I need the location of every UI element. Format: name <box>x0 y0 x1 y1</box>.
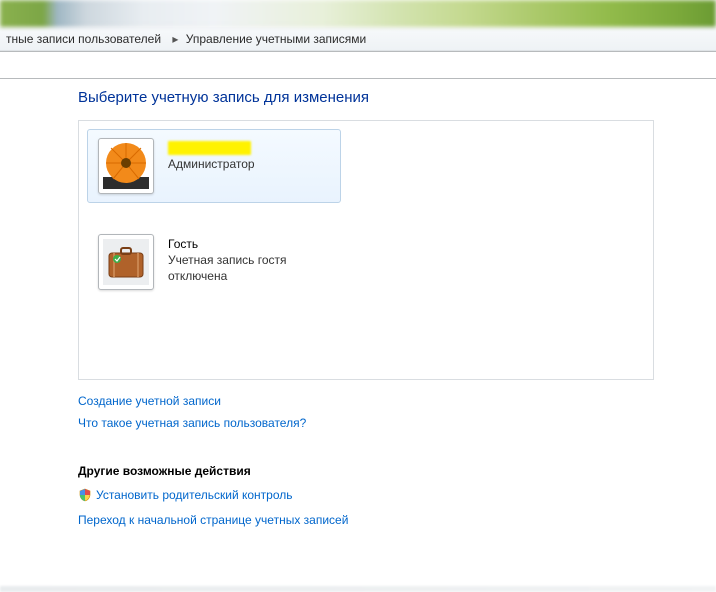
account-tile-admin[interactable]: Виктор Администратор <box>87 129 341 203</box>
avatar <box>98 234 154 290</box>
account-role-admin: Администратор <box>168 157 255 171</box>
breadcrumb-segment-users[interactable]: тные записи пользователей <box>4 27 167 51</box>
other-actions-title: Другие возможные действия <box>78 460 716 482</box>
chevron-right-icon: ▸ <box>170 27 180 51</box>
page-heading: Выберите учетную запись для изменения <box>78 89 716 106</box>
breadcrumb[interactable]: тные записи пользователей ▸ Управление у… <box>0 27 716 52</box>
other-actions: Другие возможные действия Установить род… <box>78 460 716 531</box>
account-links: Создание учетной записи Что такое учетна… <box>78 390 716 434</box>
suitcase-avatar-icon <box>103 239 149 285</box>
account-name-guest: Гость <box>168 237 198 251</box>
flower-avatar-icon <box>103 143 149 189</box>
account-status-guest: Учетная запись гостя отключена <box>168 253 287 283</box>
account-name-admin: Виктор <box>168 141 251 155</box>
avatar <box>98 138 154 194</box>
uac-shield-icon <box>78 487 92 509</box>
link-parental-controls[interactable]: Установить родительский контроль <box>96 488 293 502</box>
accounts-panel: Виктор Администратор Гость <box>78 120 654 380</box>
window-titlebar-blur <box>0 0 716 27</box>
link-create-account[interactable]: Создание учетной записи <box>78 394 221 408</box>
account-tile-guest[interactable]: Гость Учетная запись гостя отключена <box>87 225 341 299</box>
link-accounts-home[interactable]: Переход к начальной странице учетных зап… <box>78 513 348 527</box>
link-what-is-account[interactable]: Что такое учетная запись пользователя? <box>78 416 306 430</box>
window-bottom-blur <box>0 586 716 592</box>
breadcrumb-segment-manage[interactable]: Управление учетными записями <box>184 27 372 51</box>
